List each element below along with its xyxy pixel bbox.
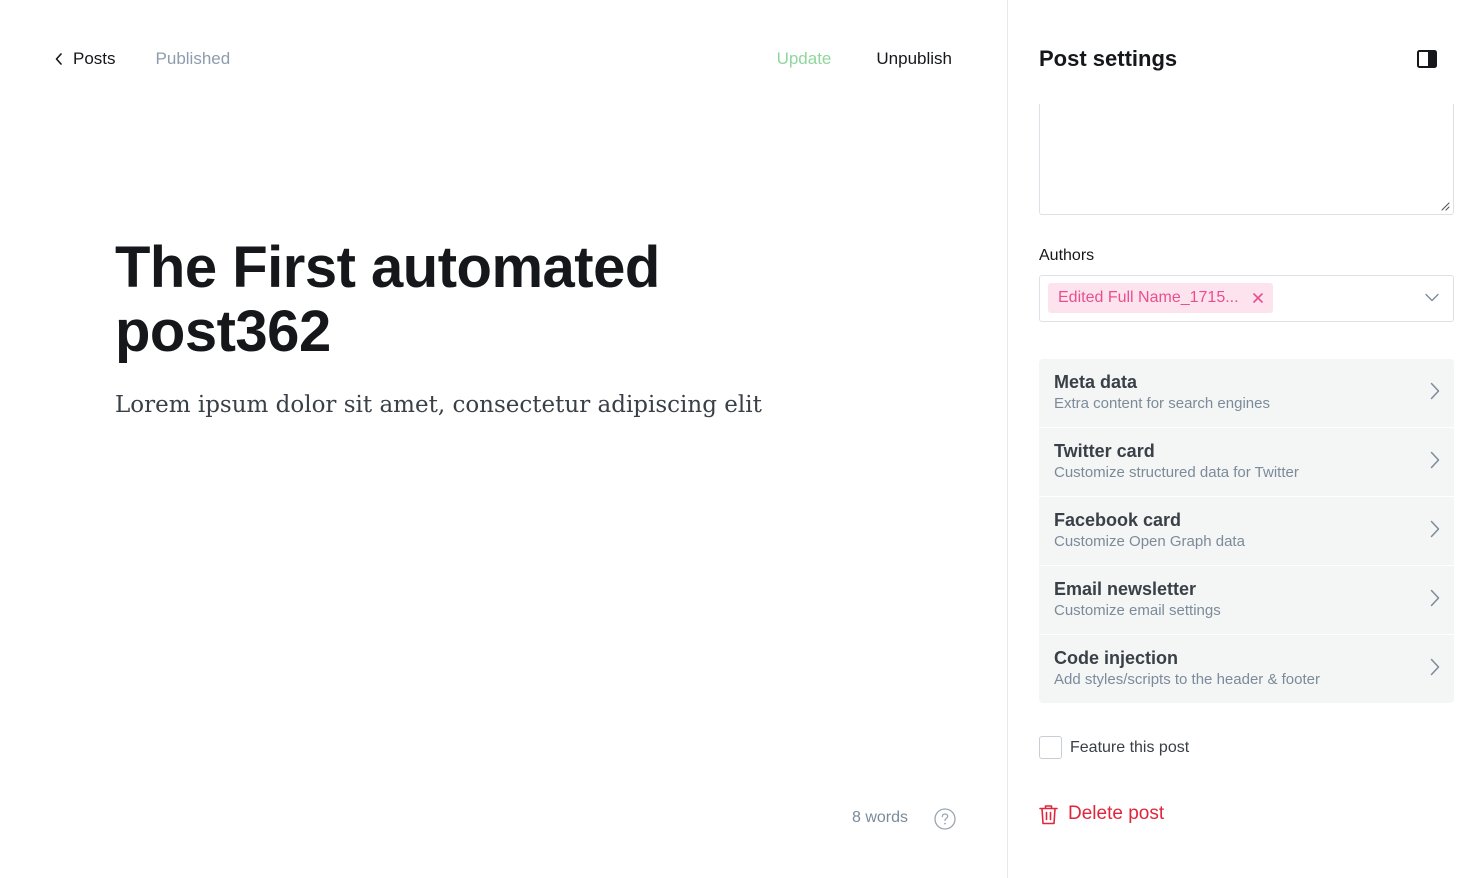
chevron-right-icon xyxy=(1430,451,1440,469)
chevron-left-icon xyxy=(55,53,62,65)
update-button[interactable]: Update xyxy=(777,49,832,69)
resize-handle-icon[interactable] xyxy=(1440,201,1450,211)
menu-item-description: Customize structured data for Twitter xyxy=(1054,464,1299,481)
back-to-posts-link[interactable]: Posts xyxy=(55,49,116,69)
editor-topbar-right: Update Unpublish xyxy=(777,48,952,70)
post-status: Published xyxy=(155,49,231,68)
authors-select[interactable]: Edited Full Name_1715... xyxy=(1039,275,1454,322)
sidebar-title: Post settings xyxy=(1039,46,1178,71)
delete-post-button[interactable]: Delete post xyxy=(1039,803,1164,825)
delete-post-label: Delete post xyxy=(1068,803,1165,824)
close-icon[interactable] xyxy=(1252,293,1263,303)
post-title[interactable]: The First automated post362 xyxy=(115,236,835,364)
menu-item-twitter-card[interactable]: Twitter card Customize structured data f… xyxy=(1039,428,1454,497)
authors-label: Authors xyxy=(1039,247,1095,264)
menu-item-title: Email newsletter xyxy=(1054,579,1197,599)
menu-item-title: Facebook card xyxy=(1054,510,1182,530)
menu-item-email-newsletter[interactable]: Email newsletter Customize email setting… xyxy=(1039,566,1454,635)
chevron-right-icon xyxy=(1430,520,1440,538)
menu-item-description: Customize Open Graph data xyxy=(1054,533,1245,550)
author-token[interactable]: Edited Full Name_1715... xyxy=(1048,283,1273,313)
menu-item-description: Add styles/scripts to the header & foote… xyxy=(1054,671,1320,688)
chevron-right-icon xyxy=(1430,589,1440,607)
author-token-label: Edited Full Name_1715... xyxy=(1058,289,1239,306)
settings-menu-list: Meta data Extra content for search engin… xyxy=(1039,359,1454,703)
menu-item-meta-data[interactable]: Meta data Extra content for search engin… xyxy=(1039,359,1454,428)
editor-pane: Posts Published Update Unpublish The Fir… xyxy=(0,0,1007,878)
excerpt-textarea[interactable] xyxy=(1039,104,1454,215)
chevron-down-icon[interactable] xyxy=(1425,293,1439,302)
chevron-right-icon xyxy=(1430,658,1440,676)
feature-post-checkbox[interactable] xyxy=(1039,736,1062,759)
menu-item-facebook-card[interactable]: Facebook card Customize Open Graph data xyxy=(1039,497,1454,566)
menu-item-description: Customize email settings xyxy=(1054,602,1221,619)
menu-item-title: Twitter card xyxy=(1054,441,1155,461)
sidebar-toggle-icon[interactable] xyxy=(1417,50,1437,68)
menu-item-title: Meta data xyxy=(1054,372,1138,392)
question-circle-icon[interactable] xyxy=(934,808,956,830)
chevron-right-icon xyxy=(1430,382,1440,400)
word-count: 8 words xyxy=(852,809,909,826)
menu-item-title: Code injection xyxy=(1054,648,1179,668)
unpublish-button[interactable]: Unpublish xyxy=(876,49,952,69)
feature-post-row: Feature this post xyxy=(1039,736,1189,759)
feature-post-label[interactable]: Feature this post xyxy=(1070,739,1189,757)
post-settings-sidebar: Post settings Authors Edited Full Name_1… xyxy=(1007,0,1483,878)
editor-topbar-left: Posts Published xyxy=(55,48,230,70)
trash-icon xyxy=(1039,804,1058,824)
back-link-label: Posts xyxy=(73,49,116,68)
post-excerpt[interactable]: Lorem ipsum dolor sit amet, consectetur … xyxy=(115,392,875,418)
menu-item-description: Extra content for search engines xyxy=(1054,395,1270,412)
menu-item-code-injection[interactable]: Code injection Add styles/scripts to the… xyxy=(1039,635,1454,703)
